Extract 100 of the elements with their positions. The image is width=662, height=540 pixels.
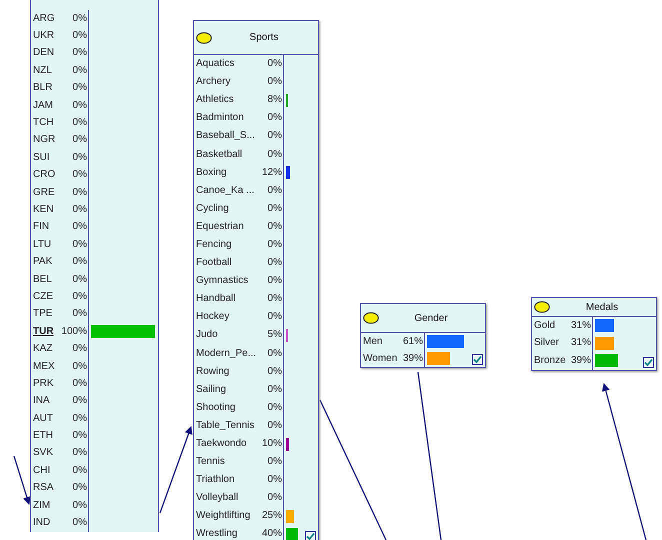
state-label[interactable]: Triathlon xyxy=(196,475,235,486)
state-percent: 10% xyxy=(262,439,282,450)
state-label[interactable]: Athletics xyxy=(196,95,234,106)
state-percent: 0% xyxy=(72,483,87,494)
state-percent: 0% xyxy=(72,378,87,389)
state-label[interactable]: IND xyxy=(33,518,50,528)
state-label[interactable]: AUT xyxy=(33,414,53,424)
state-label[interactable]: GRE xyxy=(33,188,55,198)
state-percent: 5% xyxy=(268,330,282,340)
state-label[interactable]: Modern_Pe... xyxy=(196,348,256,359)
state-label[interactable]: Football xyxy=(196,258,232,268)
state-label[interactable]: SUI xyxy=(33,152,50,163)
state-label[interactable]: PRK xyxy=(33,378,54,389)
state-percent: 0% xyxy=(268,312,282,322)
state-label[interactable]: Bronze xyxy=(534,356,566,366)
state-percent: 40% xyxy=(262,529,282,540)
state-percent: 0% xyxy=(72,118,87,128)
state-label[interactable]: Weightlifting xyxy=(196,511,250,522)
state-percent: 0% xyxy=(268,258,282,268)
node-box[interactable] xyxy=(30,0,159,532)
state-label[interactable]: Men xyxy=(363,336,382,346)
state-label[interactable]: Archery xyxy=(196,77,230,88)
node-box[interactable] xyxy=(193,20,319,540)
state-label[interactable]: KAZ xyxy=(33,344,52,354)
node-title: Sports xyxy=(248,31,280,45)
state-label[interactable]: Canoe_Ka ... xyxy=(196,186,254,196)
arrow[interactable] xyxy=(13,456,31,505)
state-label[interactable]: Rowing xyxy=(196,366,230,377)
state-label[interactable]: UKR xyxy=(33,31,54,42)
state-percent: 8% xyxy=(268,95,282,106)
state-label[interactable]: Tennis xyxy=(196,457,225,468)
state-label[interactable]: ETH xyxy=(33,431,53,442)
state-label[interactable]: CZE xyxy=(33,292,53,302)
arrow[interactable] xyxy=(159,426,192,514)
state-label[interactable]: TUR xyxy=(33,326,54,337)
state-label[interactable]: NZL xyxy=(33,66,52,76)
state-label[interactable]: TPE xyxy=(33,309,52,320)
state-percent: 0% xyxy=(268,222,282,232)
state-label[interactable]: Baseball_S... xyxy=(196,131,255,142)
state-label[interactable]: Taekwondo xyxy=(196,439,247,450)
state-label[interactable]: INA xyxy=(33,396,50,406)
state-label[interactable]: Gymnastics xyxy=(196,276,248,286)
state-label[interactable]: FIN xyxy=(33,222,50,232)
state-label[interactable]: Boxing xyxy=(196,168,227,178)
state-percent: 0% xyxy=(268,493,282,504)
state-percent: 0% xyxy=(72,466,87,476)
state-label[interactable]: Women xyxy=(363,354,398,364)
state-label[interactable]: TCH xyxy=(33,118,54,128)
state-label[interactable]: LTU xyxy=(33,240,52,250)
state-label[interactable]: Gold xyxy=(534,320,556,331)
node-box[interactable]: Medals Gold 31% Silver 31% Bronze 39% xyxy=(531,297,657,370)
state-label[interactable]: Cycling xyxy=(196,204,229,214)
connector-line[interactable] xyxy=(417,372,442,540)
state-percent: 0% xyxy=(268,348,282,359)
state-label[interactable]: BLR xyxy=(33,83,52,94)
check-icon[interactable] xyxy=(472,354,483,365)
state-label[interactable]: Badminton xyxy=(196,113,244,124)
state-percent: 0% xyxy=(268,294,282,304)
node-title: Medals xyxy=(584,300,620,314)
state-label[interactable]: NGR xyxy=(33,135,56,146)
state-percent: 100% xyxy=(61,326,87,337)
state-label[interactable]: JAM xyxy=(33,100,53,111)
state-percent: 0% xyxy=(72,257,87,268)
state-label[interactable]: Wrestling xyxy=(196,529,238,540)
state-label[interactable]: Volleyball xyxy=(196,493,238,504)
state-percent: 0% xyxy=(72,362,87,372)
state-percent: 0% xyxy=(268,204,282,214)
state-label[interactable]: Shooting xyxy=(196,402,236,413)
state-label[interactable]: Fencing xyxy=(196,240,232,250)
state-label[interactable]: SVK xyxy=(33,448,54,458)
state-label[interactable]: DEN xyxy=(33,48,54,58)
state-label[interactable]: Handball xyxy=(196,294,236,304)
state-label[interactable]: KEN xyxy=(33,204,54,215)
state-percent: 0% xyxy=(72,448,87,458)
state-label[interactable]: RSA xyxy=(33,483,54,494)
state-label[interactable]: Sailing xyxy=(196,384,226,395)
state-label[interactable]: Aquatics xyxy=(196,59,234,70)
state-label[interactable]: Table_Tennis xyxy=(196,420,254,431)
state-percent: 0% xyxy=(72,152,87,163)
state-percent: 0% xyxy=(72,274,87,285)
state-label[interactable]: CHI xyxy=(33,466,50,476)
state-label[interactable]: ARG xyxy=(33,14,55,24)
state-percent: 0% xyxy=(72,518,87,528)
arrow[interactable] xyxy=(602,383,647,540)
state-label[interactable]: BEL xyxy=(33,274,52,285)
state-percent: 31% xyxy=(570,338,591,348)
state-label[interactable]: Silver xyxy=(534,338,560,348)
state-percent: 0% xyxy=(268,276,282,286)
state-label[interactable]: Equestrian xyxy=(196,222,244,232)
node-box[interactable]: Gender Men 61% Women 39% xyxy=(360,303,486,368)
check-icon[interactable] xyxy=(643,356,654,368)
state-label[interactable]: MEX xyxy=(33,362,55,372)
check-icon[interactable] xyxy=(305,530,316,540)
state-label[interactable]: Basketball xyxy=(196,150,242,160)
state-label[interactable]: PAK xyxy=(33,257,52,268)
state-percent: 39% xyxy=(570,356,591,366)
state-label[interactable]: Hockey xyxy=(196,312,230,322)
state-label[interactable]: Judo xyxy=(196,330,218,340)
state-label[interactable]: ZIM xyxy=(33,500,50,511)
state-label[interactable]: CRO xyxy=(33,170,56,180)
